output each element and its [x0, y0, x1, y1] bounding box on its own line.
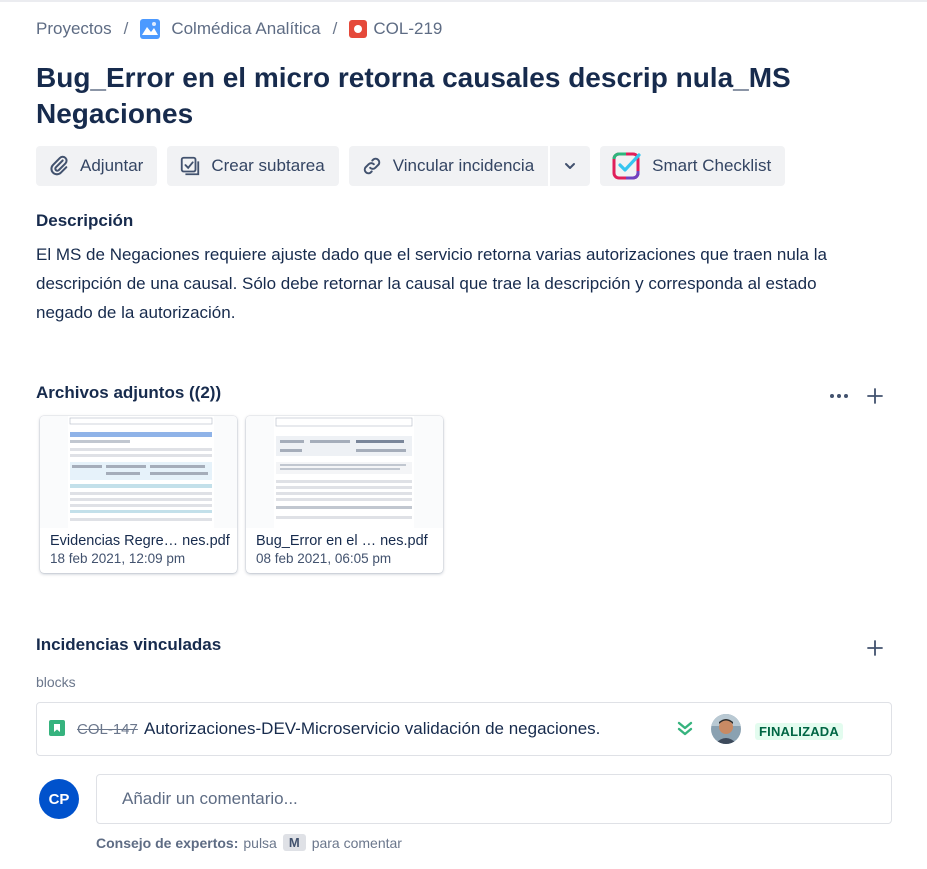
story-icon [49, 720, 65, 736]
pro-tip-press: pulsa [243, 834, 277, 851]
paperclip-icon [50, 155, 68, 176]
smart-checklist-button[interactable]: Smart Checklist [600, 146, 786, 186]
attach-label: Adjuntar [80, 156, 144, 175]
breadcrumb-separator: / [332, 19, 338, 38]
create-subtask-label: Crear subtarea [211, 156, 325, 175]
attachment-date: 08 feb 2021, 06:05 pm [256, 551, 392, 566]
smart-checklist-icon [612, 152, 641, 180]
attachments-list: Evidencias Regre… nes.pdf 18 feb 2021, 1… [40, 416, 443, 573]
keyboard-shortcut-key: M [282, 834, 306, 851]
create-subtask-button[interactable]: Crear subtarea [167, 146, 339, 186]
attachment-thumbnail [40, 416, 237, 528]
priority-lowest-icon [675, 719, 695, 744]
breadcrumb-separator: / [123, 19, 129, 38]
issue-title[interactable]: Bug_Error en el micro retorna causales d… [36, 60, 896, 132]
attachments-more-button[interactable] [827, 384, 851, 408]
attachment-date: 18 feb 2021, 12:09 pm [50, 551, 186, 566]
current-user-avatar[interactable]: CP [39, 779, 79, 819]
attachment-meta: Evidencias Regre… nes.pdf 18 feb 2021, 1… [50, 533, 231, 566]
attachment-thumbnail [246, 416, 443, 528]
assignee-avatar[interactable] [711, 714, 741, 744]
bug-icon [349, 20, 368, 38]
top-divider [0, 0, 927, 2]
plus-icon [867, 388, 883, 404]
issue-toolbar: Adjuntar Crear subtarea Vincular inciden… [36, 146, 786, 186]
attachment-card[interactable]: Evidencias Regre… nes.pdf 18 feb 2021, 1… [40, 416, 237, 573]
linked-issue-status-badge: FINALIZADA [755, 723, 843, 740]
pro-tip: Consejo de expertos: pulsa M para coment… [96, 834, 402, 851]
link-issue-label: Vincular incidencia [392, 156, 535, 175]
link-issue-button[interactable]: Vincular incidencia [348, 146, 549, 186]
breadcrumb-projects[interactable]: Proyectos [36, 19, 112, 39]
breadcrumb-project[interactable]: Colmédica Analítica [171, 19, 320, 39]
linked-issues-add-button[interactable] [863, 636, 887, 660]
plus-icon [867, 640, 883, 656]
subtask-icon [181, 156, 200, 176]
description-text[interactable]: El MS de Negaciones requiere ajuste dado… [36, 240, 866, 327]
attachments-add-button[interactable] [863, 384, 887, 408]
linked-issue-summary[interactable]: Autorizaciones-DEV-Microservicio validac… [144, 719, 600, 739]
attachment-meta: Bug_Error en el … nes.pdf 08 feb 2021, 0… [256, 533, 437, 566]
comment-input[interactable] [96, 774, 892, 824]
attachment-name: Bug_Error en el … nes.pdf [256, 533, 428, 549]
attachment-card[interactable]: Bug_Error en el … nes.pdf 08 feb 2021, 0… [246, 416, 443, 573]
attach-button[interactable]: Adjuntar [36, 146, 158, 186]
attachments-actions [827, 384, 887, 408]
linked-issue-key[interactable]: COL-147 [77, 721, 138, 738]
linked-issue-row[interactable]: COL-147 Autorizaciones-DEV-Microservicio… [36, 702, 892, 756]
description-heading: Descripción [36, 211, 134, 230]
attachments-heading: Archivos adjuntos ((2)) [36, 383, 222, 402]
link-icon [363, 157, 380, 175]
link-relation-label: blocks [36, 674, 76, 690]
more-icon [830, 394, 848, 398]
breadcrumb: Proyectos / Colmédica Analítica / COL-21… [36, 18, 442, 40]
attachment-name: Evidencias Regre… nes.pdf [50, 533, 230, 549]
project-icon [140, 19, 161, 39]
link-issue-dropdown-button[interactable] [550, 146, 591, 186]
pro-tip-rest: para comentar [311, 834, 402, 851]
smart-checklist-label: Smart Checklist [652, 156, 772, 175]
chevron-down-icon [565, 163, 576, 169]
pro-tip-label: Consejo de expertos: [96, 834, 239, 851]
linked-issues-heading: Incidencias vinculadas [36, 635, 222, 654]
breadcrumb-issue-key[interactable]: COL-219 [373, 19, 442, 39]
